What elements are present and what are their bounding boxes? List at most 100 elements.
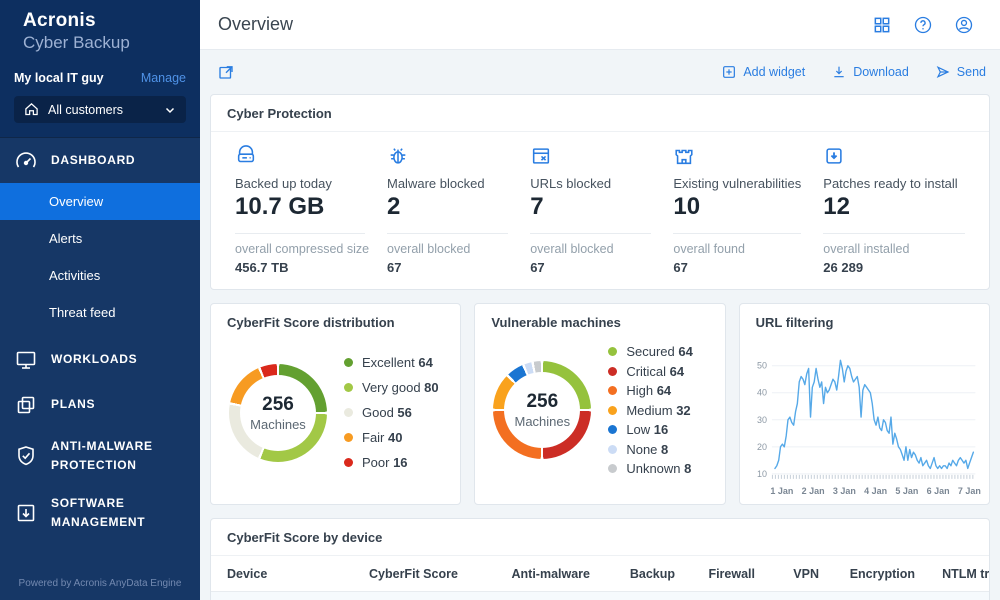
sidebar-item-software-management[interactable]: SOFTWARE MANAGEMENT xyxy=(0,484,200,541)
svg-text:4 Jan: 4 Jan xyxy=(864,486,887,496)
home-icon xyxy=(24,102,39,117)
legend-dot xyxy=(344,358,353,367)
monitor-icon xyxy=(14,348,38,372)
svg-text:20: 20 xyxy=(757,442,767,452)
malware-bug-icon xyxy=(387,145,409,167)
help-icon[interactable] xyxy=(913,15,933,35)
legend-item: High 64 xyxy=(608,381,693,401)
sidebar: Acronis Cyber Backup My local IT guy Man… xyxy=(0,0,200,600)
vulnerable-machines-panel: Vulnerable machines 256 Machines Secured… xyxy=(474,303,725,505)
col-ntlm-traffic: NTLM traffic xyxy=(915,567,990,581)
table-header-row: Device CyberFit Score Anti-malware Backu… xyxy=(211,556,989,591)
stat-backed-up: Backed up today 10.7 GB overall compress… xyxy=(235,145,387,275)
patch-install-icon xyxy=(823,145,845,167)
page-header: Overview xyxy=(200,0,1000,50)
legend-dot xyxy=(608,445,617,454)
sidebar-item-label: WORKLOADS xyxy=(51,350,173,369)
sidebar-item-alerts[interactable]: Alerts xyxy=(0,220,200,257)
cyberfit-by-device-panel: CyberFit Score by device Device CyberFit… xyxy=(210,518,990,600)
url-filtering-panel: URL filtering 10203040501 Jan2 Jan3 Jan4… xyxy=(739,303,990,505)
legend-item: Very good 80 xyxy=(344,375,439,400)
open-in-new-icon[interactable] xyxy=(217,63,235,81)
vulnerability-fortress-icon xyxy=(673,145,695,167)
legend-dot xyxy=(608,347,617,356)
send-icon xyxy=(935,64,951,80)
cyberfit-legend: Excellent 64Very good 80Good 56Fair 40Po… xyxy=(344,350,439,475)
manage-link[interactable]: Manage xyxy=(141,71,186,85)
sidebar-item-label: SOFTWARE MANAGEMENT xyxy=(51,494,173,531)
sidebar-item-label: PLANS xyxy=(51,395,173,414)
download-icon xyxy=(831,64,847,80)
sidebar-item-dashboard[interactable]: DASHBOARD xyxy=(0,138,200,183)
legend-dot xyxy=(344,408,353,417)
stat-urls-blocked: URLs blocked 7 overall blocked 67 xyxy=(530,145,673,275)
legend-dot xyxy=(344,458,353,467)
panel-title: Cyber Protection xyxy=(211,95,989,132)
stat-malware-blocked: Malware blocked 2 overall blocked 67 xyxy=(387,145,530,275)
sidebar-item-anti-malware-protection[interactable]: ANTI-MALWARE PROTECTION xyxy=(0,427,200,484)
svg-text:7 Jan: 7 Jan xyxy=(958,486,981,496)
legend-item: Unknown 8 xyxy=(608,459,693,479)
shield-check-icon xyxy=(14,444,38,468)
page-title: Overview xyxy=(218,14,293,35)
svg-text:6 Jan: 6 Jan xyxy=(926,486,949,496)
download-button[interactable]: Download xyxy=(831,64,909,80)
legend-dot xyxy=(608,464,617,473)
powered-by-text: Powered by Acronis AnyData Engine xyxy=(0,578,200,589)
brand-logo: Acronis Cyber Backup xyxy=(0,0,200,59)
url-blocked-icon xyxy=(530,145,552,167)
apps-grid-icon[interactable] xyxy=(872,15,892,35)
legend-item: Excellent 64 xyxy=(344,350,439,375)
cyberfit-donut-chart[interactable]: 256 Machines xyxy=(229,364,327,462)
vulnerable-machines-donut-chart[interactable]: 256 Machines xyxy=(493,361,591,459)
account-name: My local IT guy xyxy=(14,71,104,85)
brand-line2: Cyber Backup xyxy=(23,33,186,53)
svg-text:5 Jan: 5 Jan xyxy=(895,486,918,496)
sidebar-nav: DASHBOARD Overview Alerts Activities Thr… xyxy=(0,137,200,600)
legend-dot xyxy=(608,386,617,395)
svg-text:30: 30 xyxy=(757,415,767,425)
table-row[interactable]: qa-gw3t68h 325/850 0 175 0 0 125 25 xyxy=(211,591,989,600)
panel-title: CyberFit Score by device xyxy=(211,519,989,556)
url-filtering-line-chart[interactable]: 10203040501 Jan2 Jan3 Jan4 Jan5 Jan6 Jan… xyxy=(746,342,981,500)
cyberfit-distribution-panel: CyberFit Score distribution 256 Machines… xyxy=(210,303,461,505)
panel-title: Vulnerable machines xyxy=(475,304,724,340)
dashboard-toolbar: Add widget Download Send xyxy=(200,50,1000,94)
svg-text:3 Jan: 3 Jan xyxy=(833,486,856,496)
panel-title: URL filtering xyxy=(740,304,989,340)
sidebar-item-plans[interactable]: PLANS xyxy=(0,382,200,427)
brand-line1: Acronis xyxy=(23,10,186,32)
sidebar-item-overview[interactable]: Overview xyxy=(0,183,200,220)
col-device: Device xyxy=(227,567,369,581)
main-area: Overview Add widget Download Send xyxy=(200,0,1000,600)
svg-text:50: 50 xyxy=(757,361,767,371)
col-vpn: VPN xyxy=(755,567,819,581)
send-button[interactable]: Send xyxy=(935,64,986,80)
legend-item: Poor 16 xyxy=(344,450,439,475)
sidebar-item-activities[interactable]: Activities xyxy=(0,257,200,294)
panel-title: CyberFit Score distribution xyxy=(211,304,460,340)
col-encryption: Encryption xyxy=(819,567,915,581)
cyber-protection-panel: Cyber Protection Backed up today 10.7 GB… xyxy=(210,94,990,290)
col-anti-malware: Anti-malware xyxy=(487,567,590,581)
add-widget-button[interactable]: Add widget xyxy=(721,64,805,80)
legend-dot xyxy=(344,433,353,442)
legend-dot xyxy=(608,406,617,415)
customer-selector[interactable]: All customers xyxy=(14,96,186,123)
legend-item: Low 16 xyxy=(608,420,693,440)
svg-text:10: 10 xyxy=(757,469,767,479)
dashboard-gauge-icon xyxy=(14,149,38,173)
sidebar-item-threat-feed[interactable]: Threat feed xyxy=(0,294,200,331)
software-box-icon xyxy=(14,501,38,525)
plus-square-icon xyxy=(721,64,737,80)
legend-dot xyxy=(608,425,617,434)
sidebar-item-workloads[interactable]: WORKLOADS xyxy=(0,337,200,382)
plans-layers-icon xyxy=(14,393,38,417)
account-icon[interactable] xyxy=(954,15,974,35)
svg-text:2 Jan: 2 Jan xyxy=(801,486,824,496)
col-cyberfit-score: CyberFit Score xyxy=(369,567,487,581)
stat-patches-ready: Patches ready to install 12 overall inst… xyxy=(823,145,965,275)
col-firewall: Firewall xyxy=(675,567,755,581)
chevron-down-icon xyxy=(164,104,176,116)
legend-dot xyxy=(608,367,617,376)
